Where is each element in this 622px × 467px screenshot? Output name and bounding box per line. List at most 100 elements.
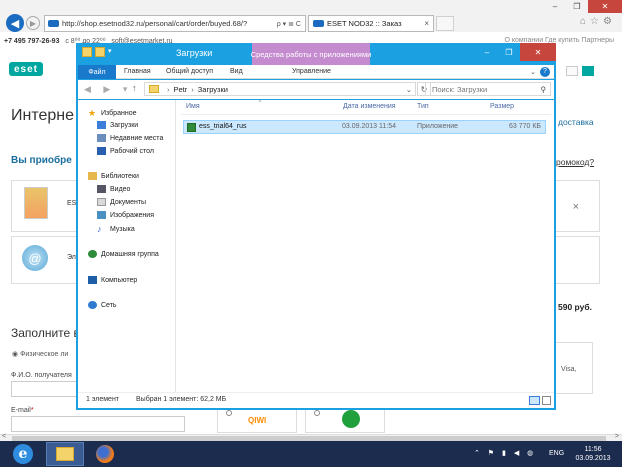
nav-desktop[interactable]: Рабочий стол <box>97 147 154 155</box>
email-input[interactable] <box>11 416 185 432</box>
details-view-icon[interactable] <box>529 396 540 405</box>
recent-places-icon <box>97 134 106 142</box>
ribbon-expand-icon[interactable]: ⌄ <box>530 68 536 76</box>
clock[interactable]: 11:56 03.09.2013 <box>570 445 616 463</box>
history-arrows[interactable]: ◀ ▶ ▾ <box>84 84 132 95</box>
address-bar[interactable]: http://shop.esetnod32.ru/personal/cart/o… <box>44 15 306 32</box>
forward-button[interactable]: ▶ <box>26 16 40 30</box>
email-at-icon: @ <box>22 245 48 271</box>
file-date: 03.09.2013 11:54 <box>342 123 396 130</box>
nav-downloads[interactable]: Загрузки <box>97 121 138 129</box>
sberbank-radio[interactable] <box>314 410 320 416</box>
new-tab-button[interactable] <box>436 16 454 31</box>
back-button[interactable]: ◀ <box>6 14 24 32</box>
browser-close-button[interactable]: ✕ <box>588 0 622 13</box>
delivery-link[interactable]: доставка <box>558 117 594 127</box>
nav-documents-label: Документы <box>110 198 147 206</box>
homegroup-icon <box>88 250 97 258</box>
email-delivery-text: Эл <box>67 254 76 261</box>
address-tools[interactable]: ρ ▾ ≣ C <box>277 20 305 28</box>
tab-share[interactable]: Общий доступ <box>166 68 213 75</box>
desktop-icon <box>97 147 106 155</box>
breadcrumb-item-downloads[interactable]: Загрузки <box>198 85 228 94</box>
scroll-left-icon[interactable]: < <box>2 433 6 440</box>
header-divider <box>181 114 551 115</box>
nav-documents[interactable]: Документы <box>97 198 146 206</box>
tab-file[interactable]: Файл <box>78 65 116 79</box>
browser-maximize-button[interactable]: ❐ <box>566 0 588 13</box>
nav-homegroup[interactable]: Домашняя группа <box>88 250 159 258</box>
browser-tab[interactable]: ESET NOD32 :: Заказ × <box>308 15 434 32</box>
help-icon[interactable]: ? <box>540 67 550 77</box>
fio-input[interactable] <box>11 381 85 397</box>
explorer-maximize-button[interactable]: ❐ <box>498 43 520 61</box>
column-name[interactable]: Имя <box>186 103 200 110</box>
nav-video-label: Видео <box>110 185 131 193</box>
explorer-window-controls: – ❐ ✕ <box>476 43 556 61</box>
search-input[interactable]: Поиск: Загрузки ⚲ <box>425 82 551 96</box>
email-label-text: E-mail <box>11 407 31 414</box>
nav-video[interactable]: Видео <box>97 185 130 193</box>
browser-tools-icons[interactable]: ⌂☆⚙ <box>580 16 616 27</box>
up-icon[interactable]: ↑ <box>132 83 137 93</box>
promo-link[interactable]: ромокод? <box>556 157 594 167</box>
nav-network[interactable]: Сеть <box>88 301 117 309</box>
nav-recent-label: Недавние места <box>110 134 164 142</box>
tab-favicon-icon <box>313 20 324 27</box>
tray-icons[interactable]: ⌃ ⚑ ▮ ◀ ◍ <box>474 449 536 457</box>
libraries-icon <box>88 172 97 180</box>
breadcrumb[interactable]: › Petr › Загрузки ⌄ <box>144 82 416 96</box>
taskbar-explorer-button[interactable] <box>46 442 84 466</box>
scroll-right-icon[interactable]: > <box>615 433 619 440</box>
explorer-titlebar[interactable]: ▾ Загрузки Средства работы с приложениям… <box>76 43 556 65</box>
search-placeholder: Поиск: Загрузки <box>432 84 488 94</box>
tab-close-icon[interactable]: × <box>424 19 429 28</box>
site-header-icons <box>566 66 594 76</box>
qiwi-radio[interactable] <box>226 410 232 416</box>
tab-manage[interactable]: Управление <box>292 68 331 75</box>
status-bar: 1 элемент Выбран 1 элемент: 62,2 МБ <box>78 392 554 408</box>
address-url[interactable]: http://shop.esetnod32.ru/personal/cart/o… <box>62 19 262 28</box>
nav-favorites[interactable]: ★ Избранное <box>88 108 136 119</box>
nav-libraries[interactable]: Библиотеки <box>88 172 139 180</box>
browser-minimize-button[interactable]: – <box>544 0 566 13</box>
qat-dropdown-icon[interactable]: ▾ <box>108 47 116 57</box>
page-vertical-scrollbar[interactable] <box>612 84 622 432</box>
tab-view[interactable]: Вид <box>230 68 243 75</box>
taskbar-ie-button[interactable]: e <box>6 443 40 465</box>
site-search-icon[interactable] <box>566 66 578 76</box>
search-icon[interactable]: ⚲ <box>541 85 551 94</box>
breadcrumb-separator: › <box>191 84 194 94</box>
tiles-view-icon[interactable] <box>542 396 551 405</box>
status-selected: Выбран 1 элемент: 62,2 МБ <box>136 396 227 403</box>
breadcrumb-item-petr[interactable]: Petr <box>174 85 188 94</box>
tab-home[interactable]: Главная <box>124 68 151 75</box>
explorer-close-button[interactable]: ✕ <box>520 43 556 61</box>
nav-computer[interactable]: Компьютер <box>88 276 137 284</box>
folder-icon[interactable] <box>82 47 92 57</box>
column-date[interactable]: Дата изменения <box>343 103 396 110</box>
language-indicator[interactable]: ENG <box>549 450 564 457</box>
properties-icon[interactable] <box>95 47 105 57</box>
column-type[interactable]: Тип <box>417 103 429 110</box>
site-cart-icon[interactable] <box>582 66 594 76</box>
product-name: ES <box>67 200 77 207</box>
horizontal-scrollbar[interactable]: < > <box>0 433 622 441</box>
nav-music[interactable]: ♪ Музыка <box>97 224 135 234</box>
file-row[interactable]: ess_trial64_rus 03.09.2013 11:54 Приложе… <box>183 120 546 134</box>
breadcrumb-dropdown-icon[interactable]: ⌄ <box>406 85 415 94</box>
column-size[interactable]: Размер <box>490 103 514 110</box>
nav-images[interactable]: Изображения <box>97 211 154 219</box>
eset-logo[interactable]: eset <box>9 62 43 76</box>
nav-recent[interactable]: Недавние места <box>97 134 163 142</box>
taskbar-firefox-button[interactable] <box>90 443 120 465</box>
person-type-radio[interactable]: ◉ Физическое ли <box>12 350 68 358</box>
app-tools-context-tab[interactable]: Средства работы с приложениями <box>251 43 371 65</box>
explorer-minimize-button[interactable]: – <box>476 43 498 61</box>
nav-libraries-label: Библиотеки <box>101 172 139 180</box>
clock-time: 11:56 <box>584 446 602 453</box>
sberbank-logo-icon <box>342 410 360 428</box>
status-count: 1 элемент <box>86 396 120 403</box>
remove-product-icon[interactable]: × <box>573 201 579 213</box>
star-icon: ★ <box>88 108 97 118</box>
